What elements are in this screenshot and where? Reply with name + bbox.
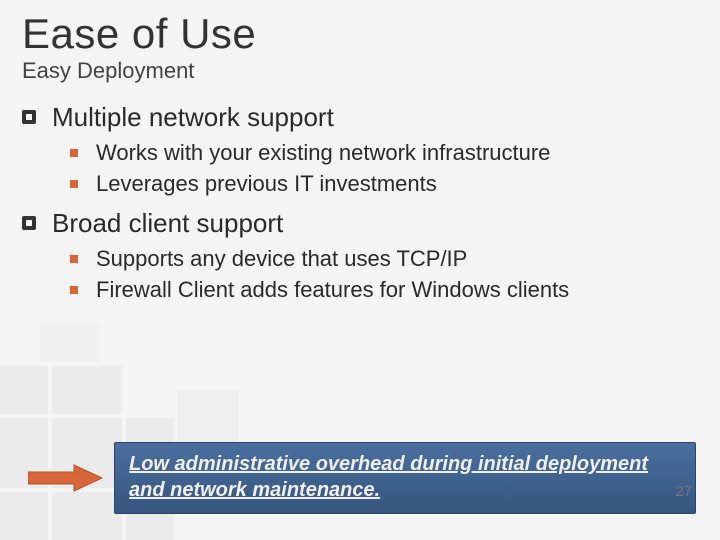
filled-square-icon: [70, 286, 78, 294]
sub-bullet-text: Supports any device that uses TCP/IP: [96, 245, 467, 274]
hollow-square-icon: [22, 110, 36, 124]
slide-title: Ease of Use: [22, 10, 698, 58]
sub-bullet-list: Works with your existing network infrast…: [70, 139, 698, 198]
sub-bullet-text: Firewall Client adds features for Window…: [96, 276, 569, 305]
arrow-right-icon: [28, 463, 104, 493]
bullet-level2: Supports any device that uses TCP/IP: [70, 245, 698, 274]
callout-row: Low administrative overhead during initi…: [0, 442, 720, 514]
bullet-text: Broad client support: [52, 208, 283, 239]
slide-number: 27: [675, 483, 692, 500]
bullet-level1: Multiple network support: [22, 102, 698, 133]
sub-bullet-text: Leverages previous IT investments: [96, 170, 437, 199]
callout-box: Low administrative overhead during initi…: [114, 442, 696, 514]
filled-square-icon: [70, 255, 78, 263]
callout-text: Low administrative overhead during initi…: [129, 453, 648, 501]
bullet-level1: Broad client support: [22, 208, 698, 239]
hollow-square-icon: [22, 216, 36, 230]
sub-bullet-list: Supports any device that uses TCP/IP Fir…: [70, 245, 698, 304]
sub-bullet-text: Works with your existing network infrast…: [96, 139, 550, 168]
bullet-level2: Leverages previous IT investments: [70, 170, 698, 199]
slide-content: Ease of Use Easy Deployment Multiple net…: [0, 0, 720, 304]
filled-square-icon: [70, 180, 78, 188]
bullet-level2: Works with your existing network infrast…: [70, 139, 698, 168]
slide-subtitle: Easy Deployment: [22, 58, 698, 84]
bullet-text: Multiple network support: [52, 102, 334, 133]
bullet-list: Multiple network support Works with your…: [22, 102, 698, 304]
bullet-level2: Firewall Client adds features for Window…: [70, 276, 698, 305]
filled-square-icon: [70, 149, 78, 157]
